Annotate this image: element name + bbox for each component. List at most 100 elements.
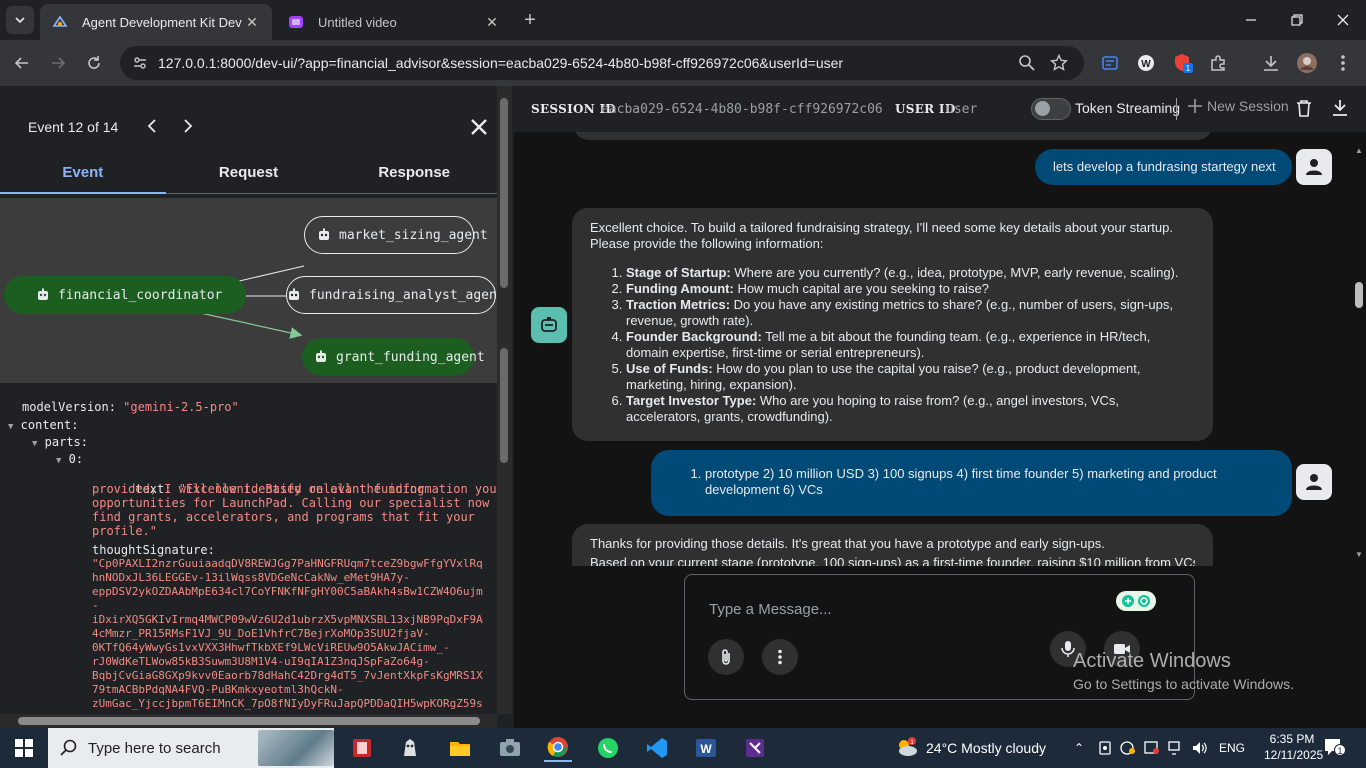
close-tab-icon[interactable]: ✕	[244, 14, 260, 30]
scrollbar-thumb[interactable]	[1355, 282, 1363, 308]
taskbar-app-knight[interactable]	[396, 734, 424, 762]
taskbar-app-red[interactable]	[348, 734, 376, 762]
collapse-triangle-icon[interactable]: ▼	[56, 456, 61, 466]
json-thought-line: iDxirXQ5GKIvIrmq4MWCP09wVz6U2d1ubrzX5vpM…	[92, 613, 483, 626]
weather-icon[interactable]: 1	[894, 736, 920, 765]
word-icon[interactable]: W	[692, 734, 720, 762]
new-tab-icon[interactable]: +	[518, 8, 542, 32]
grammar-extension-icon[interactable]	[1116, 591, 1156, 611]
back-icon[interactable]	[8, 49, 36, 77]
bookmark-star-icon[interactable]	[1050, 54, 1068, 72]
tray-chevron-up-icon[interactable]: ⌃	[1074, 741, 1084, 755]
token-streaming-toggle[interactable]	[1031, 98, 1071, 120]
url-text: 127.0.0.1:8000/dev-ui/?app=financial_adv…	[158, 55, 844, 71]
weather-text[interactable]: 24°C Mostly cloudy	[926, 740, 1046, 756]
vscode-icon[interactable]	[643, 734, 671, 762]
delete-icon[interactable]	[1296, 99, 1312, 117]
collapse-triangle-icon[interactable]: ▼	[32, 439, 37, 449]
svg-text:W: W	[700, 742, 712, 756]
taskbar-search[interactable]: Type here to search	[48, 728, 334, 768]
close-tab-icon[interactable]: ✕	[484, 14, 500, 30]
next-event-icon[interactable]	[178, 116, 198, 136]
scrollbar-thumb[interactable]	[500, 348, 508, 463]
close-event-panel-icon[interactable]	[468, 116, 490, 138]
node-market-sizing-agent[interactable]: market_sizing_agent	[304, 216, 488, 254]
close-window-icon[interactable]	[1320, 0, 1366, 40]
svg-text:W: W	[1141, 59, 1151, 70]
camera-app-icon[interactable]	[496, 734, 524, 762]
list-item: Traction Metrics: Do you have any existi…	[626, 297, 1195, 329]
chrome-icon[interactable]	[544, 734, 572, 762]
robot-icon	[38, 288, 48, 300]
site-info-icon[interactable]	[132, 55, 148, 71]
visual-studio-icon[interactable]	[741, 734, 769, 762]
profile-avatar[interactable]	[1296, 52, 1318, 74]
attach-file-button[interactable]	[708, 639, 744, 675]
scroll-down-icon[interactable]: ▼	[1355, 550, 1363, 559]
message-input[interactable]: Type a Message...	[709, 601, 832, 618]
reload-icon[interactable]	[80, 49, 108, 77]
file-explorer-icon[interactable]	[446, 734, 474, 762]
token-streaming-label: Token Streaming	[1075, 100, 1181, 116]
scrollbar-thumb[interactable]	[500, 98, 508, 288]
download-icon[interactable]	[1260, 52, 1282, 74]
clock[interactable]: 6:35 PM 12/11/2025	[1264, 731, 1323, 763]
browser-menu-icon[interactable]	[1332, 52, 1354, 74]
scrollbar-thumb[interactable]	[18, 717, 480, 725]
tab-event[interactable]: Event	[0, 156, 166, 194]
tab-search-button[interactable]	[6, 6, 34, 34]
address-bar[interactable]: 127.0.0.1:8000/dev-ui/?app=financial_adv…	[120, 46, 1084, 80]
svg-text:1: 1	[1186, 64, 1191, 73]
start-button[interactable]	[0, 728, 48, 768]
event-counter: Event 12 of 14	[28, 119, 119, 135]
prev-event-icon[interactable]	[142, 116, 162, 136]
list-item: Stage of Startup: Where are you currentl…	[626, 265, 1195, 281]
forward-icon[interactable]	[44, 49, 72, 77]
export-download-icon[interactable]	[1332, 99, 1348, 117]
node-fundraising-analyst-agent[interactable]: fundraising_analyst_agent	[286, 276, 497, 314]
extension-translate-icon[interactable]	[1099, 52, 1121, 74]
new-session-button[interactable]: New Session	[1188, 98, 1289, 114]
activate-windows-title: Activate Windows	[1073, 650, 1231, 672]
tray-network-icon[interactable]	[1168, 741, 1184, 755]
user-message: prototype 2) 10 million USD 3) 100 signu…	[651, 450, 1292, 516]
list-item: Funding Amount: How much capital are you…	[626, 281, 1195, 297]
browser-tab-adk[interactable]: Agent Development Kit Dev UI ✕	[40, 4, 272, 40]
restore-icon[interactable]	[1274, 0, 1320, 40]
tray-security-icon[interactable]	[1144, 741, 1160, 755]
tray-shield-icon[interactable]	[1120, 741, 1136, 755]
json-row-content[interactable]: ▼ content:	[8, 418, 78, 434]
json-thought-line: 79tmACBbPdqNA4FVQ-PuBKmkxyeotml3hQckN-	[92, 683, 344, 696]
robot-icon	[316, 350, 326, 362]
browser-tab-video[interactable]: Untitled video ✕	[276, 4, 512, 40]
minimize-icon[interactable]	[1228, 0, 1274, 40]
whatsapp-icon[interactable]	[594, 734, 622, 762]
json-row-parts[interactable]: ▼ parts:	[32, 435, 88, 451]
paperclip-icon	[722, 649, 730, 665]
extension-w-icon[interactable]: W	[1135, 52, 1157, 74]
json-thought-line: -	[92, 599, 99, 612]
node-financial-coordinator[interactable]: financial_coordinator	[4, 276, 246, 314]
json-row-index[interactable]: ▼ 0:	[56, 452, 83, 468]
scroll-up-icon[interactable]: ▲	[1355, 146, 1363, 155]
node-grant-funding-agent[interactable]: grant_funding_agent	[302, 338, 485, 376]
json-row-modelversion: modelVersion: "gemini-2.5-pro"	[22, 400, 239, 414]
list-item: Founder Background: Tell me a bit about …	[626, 329, 1195, 361]
extension-shield-icon[interactable]: 1	[1172, 52, 1194, 74]
tab-response[interactable]: Response	[331, 156, 497, 193]
collapse-triangle-icon[interactable]: ▼	[8, 422, 13, 432]
extensions-puzzle-icon[interactable]	[1207, 52, 1229, 74]
horizontal-scrollbar[interactable]	[0, 714, 497, 728]
search-placeholder: Type here to search	[88, 739, 221, 757]
zoom-icon[interactable]	[1018, 54, 1036, 72]
more-options-button[interactable]	[762, 639, 798, 675]
language-indicator[interactable]: ENG	[1219, 741, 1245, 755]
event-json-viewer: modelVersion: "gemini-2.5-pro" ▼ content…	[0, 386, 497, 714]
notification-center-icon[interactable]: 1	[1324, 738, 1346, 761]
event-panel-scrollbar[interactable]	[497, 86, 512, 714]
tab-request[interactable]: Request	[166, 156, 332, 193]
browser-toolbar: 127.0.0.1:8000/dev-ui/?app=financial_adv…	[0, 40, 1366, 86]
volume-icon[interactable]	[1192, 741, 1208, 755]
chat-scrollbar[interactable]: ▲ ▼	[1352, 146, 1366, 564]
tray-app-icon[interactable]	[1098, 741, 1112, 755]
